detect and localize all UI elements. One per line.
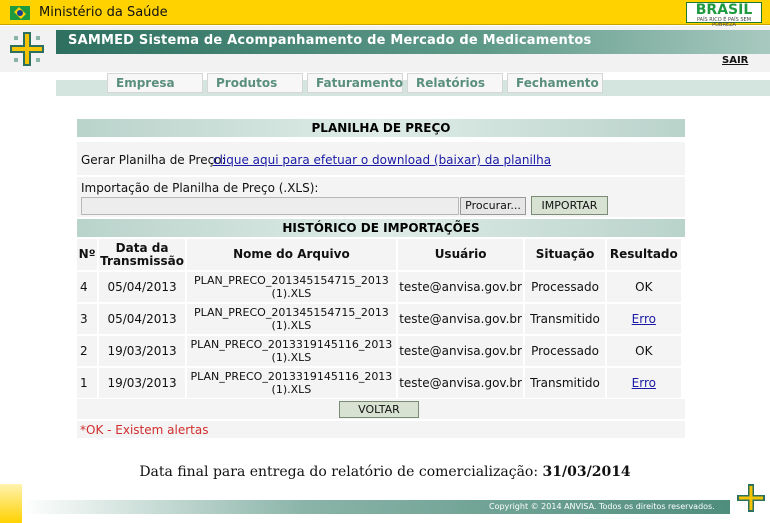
table-row: 2 19/03/2013 PLAN_PRECO_2013319145116_20… bbox=[77, 336, 681, 366]
history-table: Nº Data da Transmissão Nome do Arquivo U… bbox=[75, 237, 683, 400]
deadline-label: Data final para entrega do relatório de … bbox=[139, 464, 539, 480]
logout-link[interactable]: SAIR bbox=[722, 55, 748, 66]
row-status: Transmitido bbox=[525, 368, 605, 398]
col-header-result: Resultado bbox=[606, 239, 681, 270]
row-user: teste@anvisa.gov.br bbox=[397, 304, 524, 334]
row-user: teste@anvisa.gov.br bbox=[397, 272, 524, 302]
alert-row: *OK - Existem alertas bbox=[77, 421, 685, 438]
nav-item-empresa[interactable]: Empresa bbox=[107, 73, 203, 93]
browse-button[interactable]: Procurar... bbox=[460, 197, 526, 215]
download-spreadsheet-link[interactable]: clique aqui para efetuar o download (bai… bbox=[213, 153, 551, 167]
row-status: Processado bbox=[525, 336, 605, 366]
row-user: teste@anvisa.gov.br bbox=[397, 336, 524, 366]
nav-item-produtos[interactable]: Produtos bbox=[207, 73, 303, 93]
import-row: Importação de Planilha de Preço (.XLS): … bbox=[77, 177, 685, 217]
col-header-date: Data da Transmissão bbox=[99, 239, 185, 270]
row-date: 05/04/2013 bbox=[99, 304, 185, 334]
row-num: 3 bbox=[77, 304, 98, 334]
brasil-logo-text: BRASIL bbox=[695, 2, 753, 18]
row-result: OK bbox=[606, 336, 681, 366]
row-filename: PLAN_PRECO_201345154715_2013 (1).XLS bbox=[186, 272, 396, 302]
ministry-title: Ministério da Saúde bbox=[39, 5, 168, 20]
table-row: 4 05/04/2013 PLAN_PRECO_201345154715_201… bbox=[77, 272, 681, 302]
table-row: 3 05/04/2013 PLAN_PRECO_201345154715_201… bbox=[77, 304, 681, 334]
brasil-logo[interactable]: BRASIL PAÍS RICO É PAÍS SEM POBREZA bbox=[686, 2, 762, 28]
row-result-cell: Erro bbox=[606, 304, 681, 334]
brazil-flag-icon bbox=[10, 6, 30, 20]
nav-item-relatorios[interactable]: Relatórios bbox=[407, 73, 503, 93]
row-date: 05/04/2013 bbox=[99, 272, 185, 302]
row-result: OK bbox=[606, 272, 681, 302]
footer-accent bbox=[0, 484, 22, 523]
col-header-user: Usuário bbox=[397, 239, 524, 270]
error-detail-link[interactable]: Erro bbox=[632, 376, 656, 390]
nav-item-fechamento[interactable]: Fechamento bbox=[507, 73, 603, 93]
row-date: 19/03/2013 bbox=[99, 368, 185, 398]
row-status: Processado bbox=[525, 272, 605, 302]
generate-row: Gerar Planilha de Preço: clique aqui par… bbox=[77, 142, 685, 175]
history-section-title: HISTÓRICO DE IMPORTAÇÕES bbox=[77, 219, 685, 237]
back-button[interactable]: VOLTAR bbox=[339, 401, 419, 418]
planilha-section-title: PLANILHA DE PREÇO bbox=[77, 119, 685, 137]
table-row: 1 19/03/2013 PLAN_PRECO_2013319145116_20… bbox=[77, 368, 681, 398]
row-status: Transmitido bbox=[525, 304, 605, 334]
deadline-notice: Data final para entrega do relatório de … bbox=[0, 464, 770, 480]
row-num: 4 bbox=[77, 272, 98, 302]
deadline-date: 31/03/2014 bbox=[542, 464, 631, 480]
health-cross-icon bbox=[737, 484, 765, 512]
import-label: Importação de Planilha de Preço (.XLS): bbox=[81, 181, 319, 195]
col-header-filename: Nome do Arquivo bbox=[186, 239, 396, 270]
app-title: SAMMED Sistema de Acompanhamento de Merc… bbox=[68, 33, 592, 48]
error-detail-link[interactable]: Erro bbox=[632, 312, 656, 326]
alert-note: *OK - Existem alertas bbox=[80, 423, 209, 437]
row-filename: PLAN_PRECO_2013319145116_2013 (1).XLS bbox=[186, 368, 396, 398]
generate-label: Gerar Planilha de Preço: bbox=[81, 153, 226, 167]
import-button[interactable]: IMPORTAR bbox=[531, 196, 608, 215]
back-row: VOLTAR bbox=[77, 399, 685, 419]
row-num: 1 bbox=[77, 368, 98, 398]
col-header-num: Nº bbox=[77, 239, 98, 270]
row-num: 2 bbox=[77, 336, 98, 366]
nav-item-faturamento[interactable]: Faturamento bbox=[307, 73, 403, 93]
row-result-cell: Erro bbox=[606, 368, 681, 398]
row-filename: PLAN_PRECO_201345154715_2013 (1).XLS bbox=[186, 304, 396, 334]
gov-bar: Ministério da Saúde BRASIL PAÍS RICO É P… bbox=[0, 0, 770, 28]
table-header-row: Nº Data da Transmissão Nome do Arquivo U… bbox=[77, 239, 681, 270]
col-header-status: Situação bbox=[525, 239, 605, 270]
row-filename: PLAN_PRECO_2013319145116_2013 (1).XLS bbox=[186, 336, 396, 366]
file-path-input[interactable] bbox=[81, 197, 459, 215]
row-date: 19/03/2013 bbox=[99, 336, 185, 366]
row-user: teste@anvisa.gov.br bbox=[397, 368, 524, 398]
copyright-text: Copyright © 2014 ANVISA. Todos os direit… bbox=[489, 502, 715, 511]
main-panel: PLANILHA DE PREÇO Gerar Planilha de Preç… bbox=[77, 119, 685, 438]
health-cross-icon bbox=[10, 32, 44, 66]
